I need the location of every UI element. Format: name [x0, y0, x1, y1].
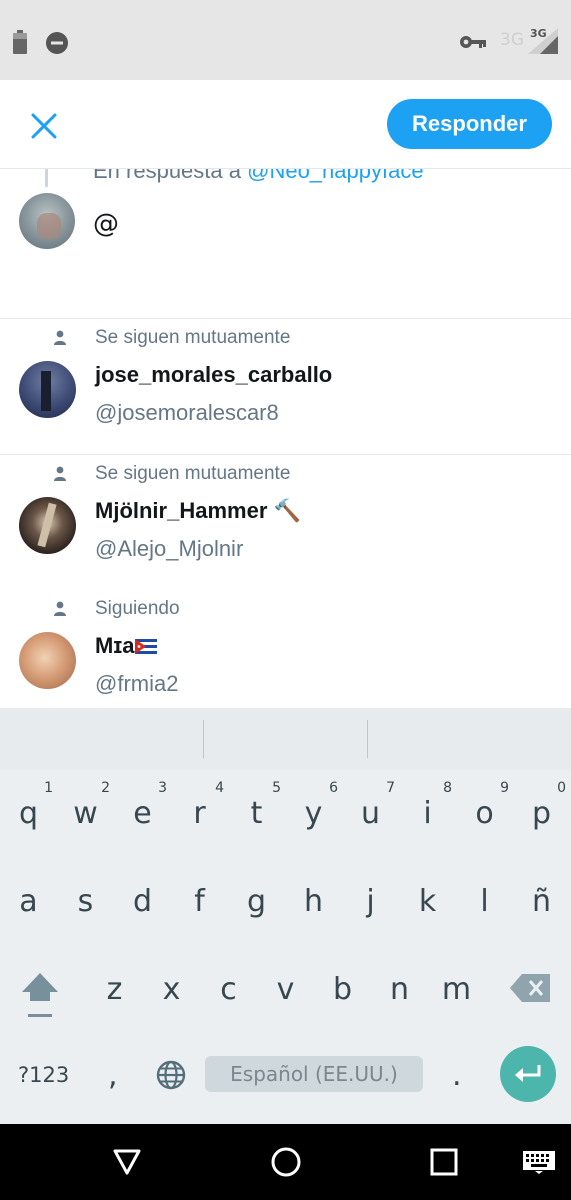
reply-button[interactable]: Responder	[387, 99, 552, 149]
close-icon[interactable]	[24, 106, 64, 146]
navigation-bar	[0, 1124, 571, 1200]
key-d[interactable]: d	[114, 858, 171, 944]
key-r[interactable]: 4r	[171, 770, 228, 856]
mention-suggestion[interactable]: Se siguen mutuamente Mjölnir_Hammer 🔨 @A…	[0, 455, 571, 591]
hammer-emoji: 🔨	[273, 499, 301, 524]
key-h[interactable]: h	[285, 858, 342, 944]
key-u[interactable]: 7u	[342, 770, 399, 856]
key-o[interactable]: 9o	[456, 770, 513, 856]
do-not-disturb-icon	[46, 32, 68, 54]
status-bar: 3G 3G	[0, 0, 571, 80]
home-icon[interactable]	[270, 1146, 302, 1178]
avatar	[19, 193, 75, 249]
key-v[interactable]: v	[257, 946, 314, 1032]
keyboard-suggestion-strip[interactable]	[0, 708, 571, 770]
enter-icon	[515, 1065, 541, 1082]
key-c[interactable]: c	[200, 946, 257, 1032]
shift-icon[interactable]	[20, 970, 60, 1020]
relationship-label: Siguiendo	[95, 598, 180, 619]
key-e[interactable]: 3e	[114, 770, 171, 856]
globe-icon[interactable]	[155, 1059, 187, 1091]
key-a[interactable]: a	[0, 858, 57, 944]
network-type-badge: 3G	[530, 27, 547, 40]
vpn-key-icon	[460, 36, 486, 48]
compose-area[interactable]: En respuesta a @Neo_happyface @	[0, 169, 571, 319]
avatar	[19, 497, 76, 554]
mention-suggestion[interactable]: Se siguen mutuamente jose_morales_carbal…	[0, 319, 571, 455]
key-s[interactable]: s	[57, 858, 114, 944]
reply-context-handle[interactable]: @Neo_happyface	[247, 169, 423, 183]
key-f[interactable]: f	[171, 858, 228, 944]
user-handle: @Alejo_Mjolnir	[95, 536, 244, 561]
avatar	[19, 361, 76, 418]
key-m[interactable]: m	[428, 946, 485, 1032]
key-q[interactable]: 1q	[0, 770, 57, 856]
key-k[interactable]: k	[399, 858, 456, 944]
key-enye[interactable]: ñ	[513, 858, 570, 944]
reply-thread-line	[45, 169, 48, 187]
person-icon	[54, 466, 66, 481]
key-p[interactable]: 0p	[513, 770, 570, 856]
user-handle: @frmia2	[95, 671, 179, 696]
key-z[interactable]: z	[86, 946, 143, 1032]
key-i[interactable]: 8i	[399, 770, 456, 856]
back-icon[interactable]	[112, 1148, 142, 1176]
cuba-flag-icon	[135, 639, 158, 654]
key-b[interactable]: b	[314, 946, 371, 1032]
relationship-label: Se siguen mutuamente	[95, 327, 291, 348]
reply-context: En respuesta a @Neo_happyface	[93, 169, 424, 184]
backspace-icon[interactable]	[510, 970, 552, 1006]
tweet-text-input[interactable]: @	[93, 209, 119, 239]
key-g[interactable]: g	[228, 858, 285, 944]
recents-icon[interactable]	[430, 1148, 458, 1176]
person-icon	[54, 601, 66, 616]
key-l[interactable]: l	[456, 858, 513, 944]
network-type-label: 3G	[500, 30, 524, 50]
comma-key[interactable]: ,	[108, 1058, 118, 1093]
keyboard-switch-icon[interactable]	[522, 1150, 556, 1174]
key-j[interactable]: j	[342, 858, 399, 944]
symbols-key[interactable]: ?123	[18, 1063, 69, 1087]
key-x[interactable]: x	[143, 946, 200, 1032]
reply-context-prefix: En respuesta a	[93, 169, 241, 183]
user-handle: @josemoralescar8	[95, 400, 279, 425]
display-name: jose_morales_carballo	[95, 362, 333, 387]
display-name: Mɪa	[95, 633, 158, 659]
period-key[interactable]: .	[452, 1058, 462, 1093]
compose-header: Responder	[0, 80, 571, 169]
key-n[interactable]: n	[371, 946, 428, 1032]
display-name: Mjölnir_Hammer 🔨	[95, 498, 301, 524]
mention-suggestion[interactable]: Siguiendo Mɪa @frmia2	[0, 590, 571, 726]
strip-divider	[367, 720, 368, 758]
avatar	[19, 632, 76, 689]
key-t[interactable]: 5t	[228, 770, 285, 856]
relationship-label: Se siguen mutuamente	[95, 463, 291, 484]
strip-divider	[203, 720, 204, 758]
key-w[interactable]: 2w	[57, 770, 114, 856]
person-icon	[54, 330, 66, 345]
battery-icon	[13, 30, 27, 54]
enter-button[interactable]	[500, 1046, 556, 1102]
key-y[interactable]: 6y	[285, 770, 342, 856]
space-bar[interactable]: Español (EE.UU.)	[205, 1056, 423, 1092]
